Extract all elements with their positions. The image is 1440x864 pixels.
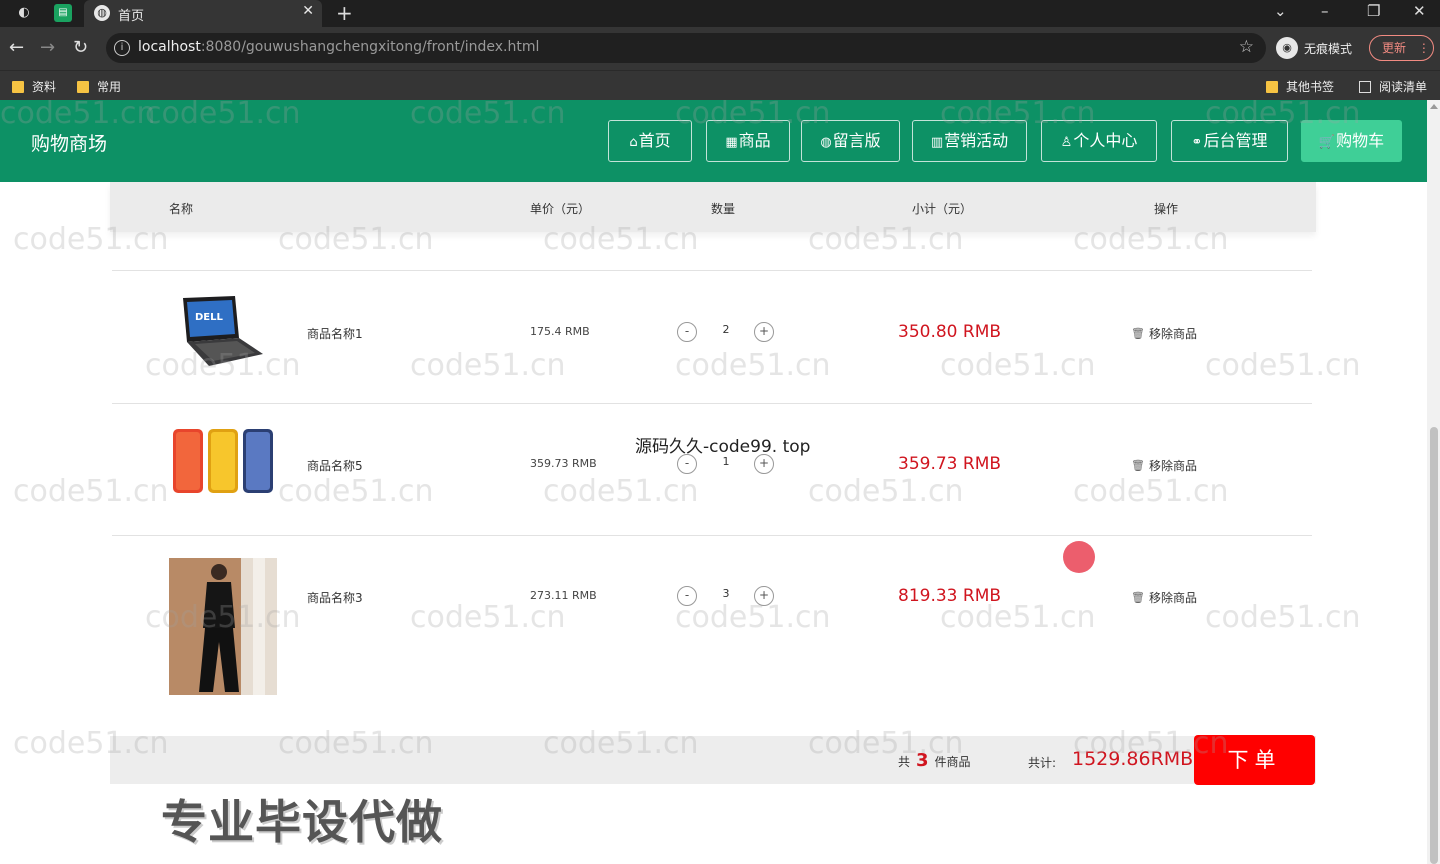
reload-icon[interactable]: ↻	[73, 37, 88, 58]
divider	[112, 270, 1312, 271]
decrease-qty-button[interactable]: -	[677, 322, 697, 342]
unit-price: 359.73 RMB	[530, 457, 597, 470]
trash-icon: 🗑	[1131, 459, 1145, 472]
svg-text:DELL: DELL	[195, 312, 224, 323]
bookmark-star-icon[interactable]: ☆	[1239, 37, 1254, 57]
subtotal: 819.33 RMB	[898, 586, 1002, 606]
cart-row: 商品名称3 273.11 RMB - 3 + 819.33 RMB 🗑 移除商品	[110, 536, 1316, 695]
trash-icon: 🗑	[1131, 327, 1145, 340]
nav-home[interactable]: ⌂首页	[608, 120, 692, 162]
folder-icon	[12, 80, 24, 93]
forward-icon[interactable]: →	[40, 37, 55, 58]
col-qty: 数量	[711, 202, 736, 216]
item-count: 共 3 件商品	[898, 750, 971, 771]
product-image-laptop[interactable]: DELL	[169, 294, 265, 370]
product-name[interactable]: 商品名称3	[307, 589, 363, 606]
home-icon: ⌂	[629, 135, 638, 150]
scrollbar-thumb[interactable]	[1430, 427, 1438, 864]
col-price: 单价（元）	[530, 202, 591, 216]
qty-value[interactable]: 3	[720, 587, 732, 600]
new-tab-icon[interactable]: +	[336, 1, 353, 25]
scroll-up-icon[interactable]	[1430, 104, 1438, 109]
nav-guestbook[interactable]: ◍留言版	[801, 120, 900, 162]
link-icon: ⚭	[1191, 135, 1203, 150]
incognito-profile[interactable]: ◉ 无痕模式	[1276, 36, 1352, 60]
bookmark-folder-2[interactable]: 常用	[77, 78, 121, 95]
product-name[interactable]: 商品名称1	[307, 325, 363, 342]
calendar-icon: ▦	[725, 135, 738, 150]
incognito-icon: ◉	[1276, 37, 1298, 59]
overlay-caption: 源码久久-code99. top	[635, 437, 811, 457]
bookmarks-bar: 资料 常用 其他书签 阅读清单	[0, 70, 1440, 100]
col-action: 操作	[1154, 202, 1179, 216]
more-icon: ⋮	[1417, 41, 1430, 55]
total-amount: 1529.86RMB	[1072, 748, 1194, 770]
product-image-phones[interactable]	[169, 426, 275, 498]
user-icon: ♙	[1060, 135, 1073, 150]
folder-icon	[1266, 80, 1278, 93]
grid-icon: ▥	[930, 135, 944, 150]
nav-products[interactable]: ▦商品	[706, 120, 790, 162]
unit-price: 175.4 RMB	[530, 325, 590, 338]
site-brand: 购物商场	[31, 133, 108, 155]
unit-price: 273.11 RMB	[530, 589, 597, 602]
address-bar: ← → ↻ i localhost:8080/gouwushangchengxi…	[0, 27, 1440, 70]
decrease-qty-button[interactable]: -	[677, 454, 697, 474]
reading-list[interactable]: 阅读清单	[1359, 78, 1427, 95]
nav-promotions[interactable]: ▥营销活动	[912, 120, 1027, 162]
cart-summary-bar: 共 3 件商品 共计: 1529.86RMB	[110, 736, 1316, 784]
subtotal: 359.73 RMB	[898, 454, 1002, 474]
folder-icon	[77, 80, 89, 93]
close-tab-icon[interactable]: ✕	[302, 3, 314, 19]
url-text[interactable]: localhost:8080/gouwushangchengxitong/fro…	[138, 39, 539, 55]
window-close-icon[interactable]: ✕	[1413, 2, 1426, 20]
reading-list-icon	[1359, 80, 1371, 93]
site-header: 购物商场 ⌂首页 ▦商品 ◍留言版 ▥营销活动 ♙个人中心 ⚭后台管理 🛒购物车	[0, 100, 1427, 182]
cart-row: DELL 商品名称1 175.4 RMB - 2 + 350.80 RMB 🗑 移…	[110, 272, 1316, 404]
browser-tab-bar: ◐ ▤ ◍ 首页 ✕ + ⌄ – ❐ ✕	[0, 0, 1440, 27]
place-order-button[interactable]: 下单	[1194, 735, 1315, 785]
col-name: 名称	[169, 202, 194, 216]
back-icon[interactable]: ←	[9, 37, 24, 58]
remove-item-button[interactable]: 🗑 移除商品	[1131, 457, 1197, 474]
url-field[interactable]: i localhost:8080/gouwushangchengxitong/f…	[106, 33, 1266, 63]
total-label: 共计:	[1028, 756, 1057, 770]
decrease-qty-button[interactable]: -	[677, 586, 697, 606]
product-image-suit[interactable]	[169, 558, 277, 695]
tab-home[interactable]: ◍ 首页 ✕	[84, 0, 322, 27]
nav-admin[interactable]: ⚭后台管理	[1171, 120, 1288, 162]
cart-icon: 🛒	[1318, 135, 1336, 150]
other-bookmarks[interactable]: 其他书签	[1266, 78, 1334, 95]
page-scrollbar[interactable]	[1427, 100, 1440, 864]
globe-icon: ◍	[94, 5, 110, 21]
increase-qty-button[interactable]: +	[754, 586, 774, 606]
minimize-icon[interactable]: –	[1321, 2, 1329, 20]
cursor-highlight	[1063, 541, 1095, 573]
col-subtotal: 小计（元）	[912, 202, 973, 216]
site-info-icon[interactable]: i	[114, 40, 130, 56]
remove-item-button[interactable]: 🗑 移除商品	[1131, 325, 1197, 342]
browser-menu-icon[interactable]: ◐	[15, 4, 33, 22]
overlay-banner-text: 专业毕设代做	[161, 795, 443, 849]
product-name[interactable]: 商品名称5	[307, 457, 363, 474]
cart-row: 商品名称5 359.73 RMB - 1 + 359.73 RMB 🗑 移除商品	[110, 404, 1316, 536]
nav-cart[interactable]: 🛒购物车	[1301, 120, 1402, 162]
increase-qty-button[interactable]: +	[754, 454, 774, 474]
restore-icon[interactable]: ❐	[1367, 2, 1380, 20]
bookmark-folder-1[interactable]: 资料	[12, 78, 56, 95]
trash-icon: 🗑	[1131, 591, 1145, 604]
increase-qty-button[interactable]: +	[754, 322, 774, 342]
cart-table-header: 名称 单价（元） 数量 小计（元） 操作	[110, 182, 1316, 232]
subtotal: 350.80 RMB	[898, 322, 1002, 342]
remove-item-button[interactable]: 🗑 移除商品	[1131, 589, 1197, 606]
sheets-app-icon[interactable]: ▤	[54, 4, 72, 22]
tab-search-icon[interactable]: ⌄	[1274, 2, 1287, 20]
tab-title: 首页	[118, 9, 145, 24]
nav-profile[interactable]: ♙个人中心	[1041, 120, 1157, 162]
globe-icon: ◍	[820, 135, 832, 150]
qty-value[interactable]: 2	[720, 323, 732, 336]
update-button[interactable]: 更新 ⋮	[1369, 35, 1434, 61]
